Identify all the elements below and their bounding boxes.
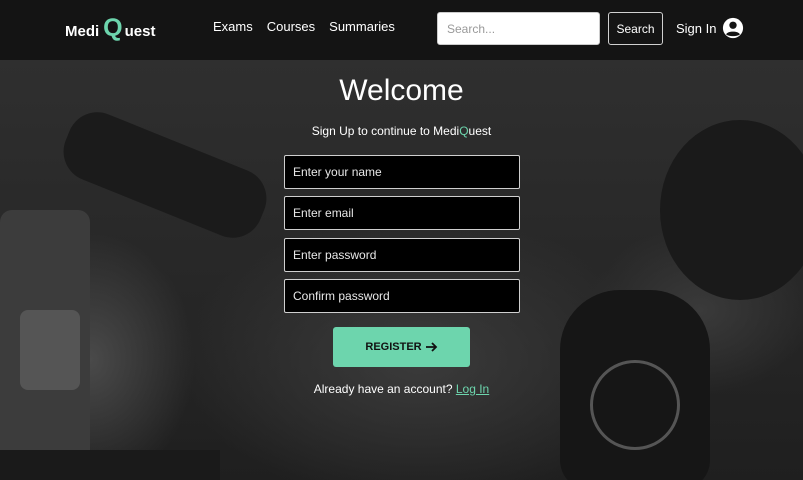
form-subtitle: Sign Up to continue to MediQuest: [0, 124, 803, 138]
login-prompt: Already have an account?: [313, 382, 453, 396]
register-label: REGISTER: [365, 341, 422, 353]
researcher-head: [660, 120, 803, 300]
page-title: Welcome: [339, 74, 464, 107]
subtitle-prefix: Sign Up to continue to Medi: [311, 124, 460, 138]
logo-q: Q: [103, 14, 123, 42]
nav-link-exams[interactable]: Exams: [213, 19, 253, 34]
subtitle-q: Q: [459, 124, 469, 138]
microscope-lens: [20, 310, 80, 390]
search-button[interactable]: Search: [608, 12, 663, 45]
sign-in-label: Sign In: [676, 20, 717, 36]
navbar: Medi Q uest Exams Courses Summaries Sear…: [0, 0, 803, 60]
login-link[interactable]: Log In: [456, 382, 489, 396]
logo-text-2: uest: [124, 23, 156, 40]
nav-link-summaries[interactable]: Summaries: [329, 19, 395, 34]
subtitle-suffix: uest: [468, 124, 492, 138]
logo-text-1: Medi: [65, 23, 100, 40]
search-input[interactable]: [437, 12, 600, 45]
user-circle-icon: [723, 17, 744, 39]
logo[interactable]: Medi Q uest: [65, 14, 155, 43]
nav-link-courses[interactable]: Courses: [267, 19, 315, 34]
name-field[interactable]: [284, 155, 520, 189]
nav-links: Exams Courses Summaries: [213, 19, 395, 34]
flask: [590, 360, 680, 450]
confirm-password-field[interactable]: [284, 279, 520, 313]
login-prompt-line: Already have an account? Log In: [0, 382, 803, 396]
arrow-right-icon: [425, 342, 437, 352]
password-field[interactable]: [284, 238, 520, 272]
sign-in-link[interactable]: Sign In: [676, 17, 744, 39]
register-button[interactable]: REGISTER: [333, 327, 470, 367]
email-field[interactable]: [284, 196, 520, 230]
microscope-base: [0, 450, 220, 480]
